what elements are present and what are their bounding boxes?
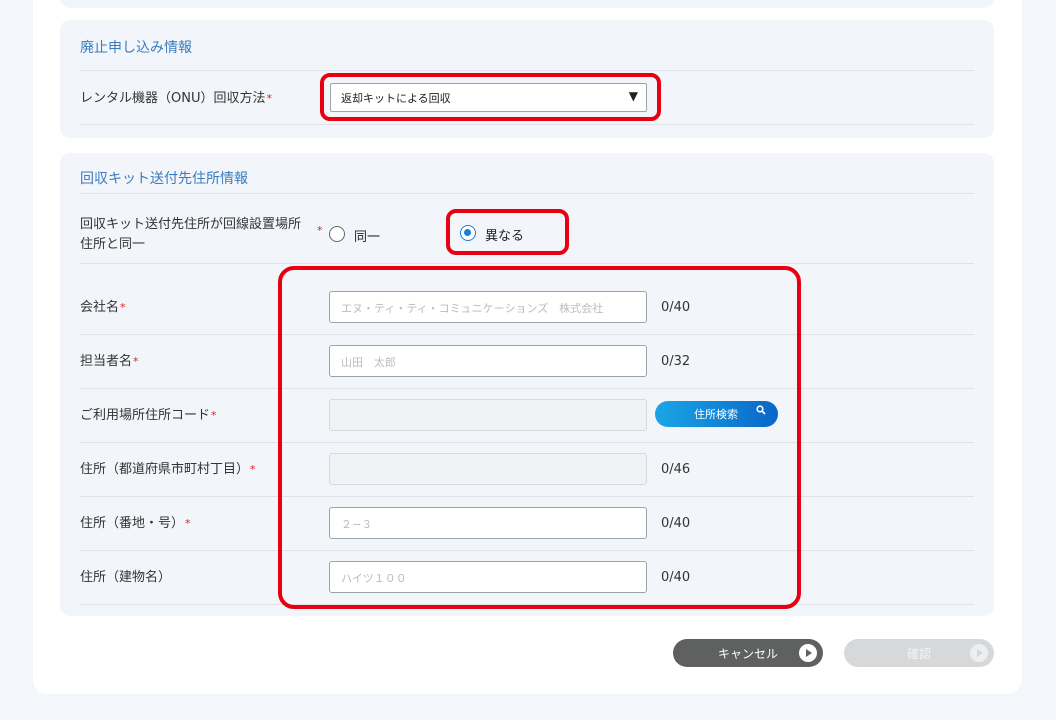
highlight-address-fields	[278, 266, 801, 609]
same-address-label: 回収キット送付先住所が回線設置場所 住所と同一	[80, 217, 302, 252]
required-mark: *	[133, 355, 139, 368]
section-title-kit-address: 回収キット送付先住所情報	[80, 171, 248, 187]
street-label: 住所（番地・号）*	[80, 516, 191, 531]
required-mark: *	[185, 517, 191, 530]
rental-return-label: レンタル機器（ONU）回収方法*	[80, 91, 272, 106]
highlight-radio-different	[446, 209, 569, 255]
highlight-rental-select	[320, 73, 661, 121]
person-label: 担当者名*	[80, 354, 139, 369]
section-title-cancellation: 廃止申し込み情報	[80, 40, 192, 56]
prefecture-label: 住所（都道府県市町村丁目）*	[80, 462, 256, 477]
divider	[80, 124, 974, 125]
cancel-button[interactable]: キャンセル	[673, 639, 823, 667]
divider	[80, 263, 974, 264]
radio-same[interactable]	[329, 226, 345, 242]
radio-same-label[interactable]: 同一	[354, 226, 380, 245]
required-mark: *	[317, 224, 323, 237]
play-circle-icon	[799, 644, 817, 662]
required-mark: *	[120, 301, 126, 314]
postal-code-label: ご利用場所住所コード*	[80, 408, 217, 423]
company-label: 会社名*	[80, 300, 126, 315]
building-label: 住所（建物名）	[80, 570, 172, 585]
previous-section-panel	[60, 0, 994, 8]
play-circle-icon	[970, 644, 988, 662]
divider	[80, 193, 974, 194]
required-mark: *	[211, 409, 217, 422]
divider	[80, 70, 974, 71]
confirm-button[interactable]: 確認	[844, 639, 994, 667]
required-mark: *	[250, 463, 256, 476]
required-mark: *	[266, 92, 272, 105]
